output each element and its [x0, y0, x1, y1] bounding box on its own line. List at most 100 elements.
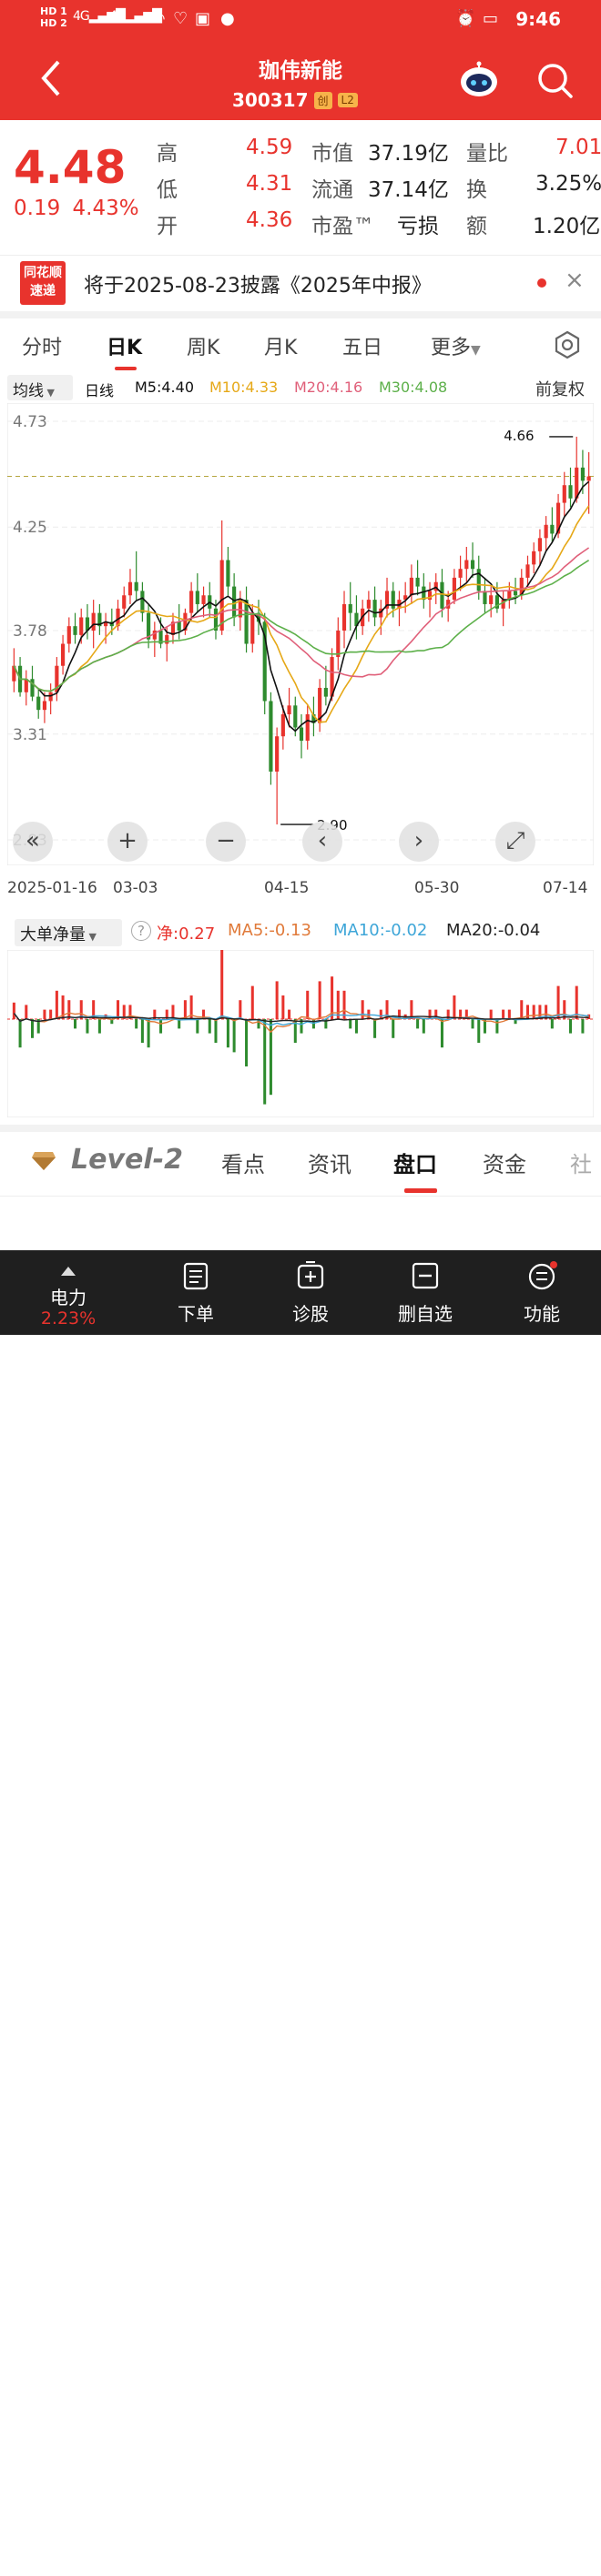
tab-highlights[interactable]: 看点 — [221, 1147, 265, 1178]
tab-community[interactable]: 社 — [570, 1147, 592, 1178]
ff-bar — [379, 1009, 382, 1019]
candle-body — [280, 714, 285, 737]
tab-order-book[interactable]: 盘口 — [393, 1147, 437, 1178]
ff-bar — [232, 1019, 236, 1053]
scroll-left-button[interactable]: ‹ — [302, 822, 342, 862]
ff-bar — [171, 1005, 175, 1019]
candle-body — [348, 603, 352, 613]
adjust-mode[interactable]: 前复权 — [535, 377, 585, 400]
notice-text: 将于2025-08-23披露《2025年中报》 — [84, 275, 432, 298]
candle-body — [415, 577, 420, 587]
ff-bar — [354, 1019, 358, 1034]
ff-bar — [416, 1019, 420, 1029]
ff-bar — [214, 1019, 218, 1043]
pe-label: 市盈™ — [311, 215, 374, 238]
candle-body — [127, 581, 133, 596]
x-tick-3: 04-15 — [264, 879, 310, 897]
status-time: 9:46 — [515, 8, 561, 30]
candle-body — [244, 600, 249, 644]
candle-body — [586, 476, 591, 481]
scroll-right-button[interactable]: › — [399, 822, 439, 862]
candle-body — [122, 595, 127, 609]
tab-monthly-k[interactable]: 月K — [264, 331, 297, 360]
ff-bar — [422, 1019, 425, 1034]
chart-settings-button[interactable] — [552, 329, 583, 360]
ff-bar — [489, 1009, 493, 1019]
ff-ma10: MA10:-0.02 — [333, 921, 428, 940]
search-button[interactable] — [535, 60, 575, 100]
x-tick-2: 03-03 — [113, 879, 158, 897]
nav-functions[interactable]: 功能 — [492, 1250, 592, 1335]
help-icon[interactable]: ? — [131, 921, 151, 941]
tab-news[interactable]: 资讯 — [308, 1147, 351, 1178]
ff-bar — [67, 1000, 71, 1019]
tab-funds[interactable]: 资金 — [483, 1147, 526, 1178]
ff-bar — [208, 1019, 211, 1034]
high-value: 4.59 — [246, 136, 293, 159]
candle-body — [42, 701, 47, 711]
tab-more[interactable]: 更多▼ — [431, 331, 481, 360]
candle-body — [458, 569, 463, 578]
change-value: 0.19 — [14, 197, 61, 220]
section-divider — [0, 311, 601, 318]
search-icon — [538, 64, 573, 98]
ff-bar — [135, 1019, 138, 1029]
ff-bar — [318, 981, 321, 1019]
stock-name: 珈伟新能 — [259, 59, 342, 83]
tab-five-day[interactable]: 五日 — [342, 331, 382, 360]
nav-diagnose[interactable]: 诊股 — [260, 1250, 361, 1335]
candle-body — [275, 736, 280, 772]
tab-daily-k[interactable]: 日K — [107, 331, 142, 360]
ff-bar — [226, 1019, 229, 1048]
candle-body — [544, 524, 548, 539]
ff-bar — [550, 1019, 554, 1029]
open-value: 4.36 — [246, 208, 293, 232]
scroll-start-button[interactable]: « — [13, 822, 53, 862]
settings-hex-icon — [555, 330, 580, 359]
ff-bar — [183, 1000, 187, 1019]
remove-watchlist-icon — [412, 1262, 439, 1289]
ff-bar — [239, 1000, 242, 1019]
candle-body — [232, 586, 237, 618]
ff-bar — [495, 1019, 499, 1034]
ff-bar — [74, 1019, 77, 1029]
kline-chart[interactable]: 4.734.253.783.312.83 4.662.90 — [7, 403, 594, 865]
zoom-in-button[interactable]: + — [107, 822, 148, 862]
price-change: 0.19 4.43% — [14, 197, 139, 220]
zoom-out-button[interactable]: − — [206, 822, 246, 862]
turnover-label: 换 — [466, 178, 487, 202]
nav-place-order[interactable]: 下单 — [146, 1250, 246, 1335]
active-tab-indicator — [115, 367, 137, 370]
candle-body — [24, 679, 28, 692]
x-tick-1: 2025-01-16 — [7, 879, 97, 897]
ff-bar — [263, 1019, 267, 1105]
ff-bar — [12, 1002, 15, 1019]
ma-indicator-dropdown[interactable]: 均线 ▼ — [7, 375, 73, 400]
open-label: 开 — [157, 215, 178, 238]
nav-remove-watchlist[interactable]: 删自选 — [375, 1250, 475, 1335]
ai-assistant-button[interactable] — [458, 60, 500, 98]
ff-bar — [525, 1005, 529, 1019]
ff-bar — [349, 1019, 352, 1029]
ff-bar — [25, 1005, 28, 1019]
section-divider-2 — [0, 1125, 601, 1132]
candle-body — [513, 591, 518, 596]
ff-bar — [30, 1019, 35, 1038]
chart-frame — [7, 403, 594, 865]
ff-bar — [545, 1005, 548, 1019]
stock-code: 300317 — [232, 89, 309, 111]
fund-flow-dropdown[interactable]: 大单净量 ▼ — [15, 919, 122, 946]
ff-bar — [196, 1019, 199, 1034]
caret-down-icon: ▼ — [471, 343, 481, 358]
ma30-value: M30:4.08 — [379, 379, 448, 396]
close-icon[interactable]: × — [565, 267, 585, 294]
robot-icon — [461, 61, 497, 96]
tab-weekly-k[interactable]: 周K — [187, 331, 219, 360]
level2-tab[interactable]: Level-2 — [71, 1144, 183, 1176]
report-notice[interactable]: 同花顺 速递 将于2025-08-23披露《2025年中报》 × — [0, 255, 601, 311]
fullscreen-button[interactable]: ⤢ — [495, 822, 535, 862]
nav-sector[interactable]: 电力 2.23% — [18, 1250, 118, 1335]
tab-intraday[interactable]: 分时 — [22, 331, 62, 360]
net-value: 净:0.27 — [157, 924, 216, 944]
fund-flow-chart[interactable] — [7, 950, 594, 1117]
